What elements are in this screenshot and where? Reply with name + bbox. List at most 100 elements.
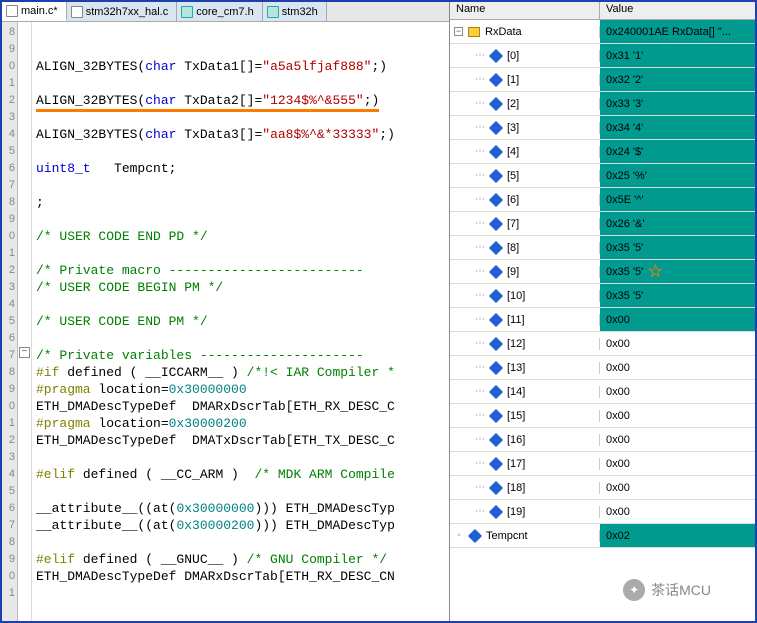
watch-item-row[interactable]: ⋯[8]0x35 '5' bbox=[450, 236, 755, 260]
col-header-value[interactable]: Value bbox=[600, 2, 755, 19]
watch-item-row[interactable]: ⋯[9]0x35 '5'☆ bbox=[450, 260, 755, 284]
var-index: [5] bbox=[507, 170, 519, 182]
code-line: /* Private macro -----------------------… bbox=[36, 263, 364, 278]
editor-tabs: main.c* stm32h7xx_hal.c core_cm7.h stm32h bbox=[2, 2, 449, 22]
code-tok: ALIGN_32BYTES( bbox=[36, 93, 145, 108]
var-value: 0x240001AE RxData[] "... bbox=[600, 20, 755, 43]
struct-icon bbox=[468, 27, 480, 37]
code-tok: location= bbox=[91, 416, 169, 431]
var-value: 0x00 bbox=[600, 356, 755, 379]
var-index: [1] bbox=[507, 74, 519, 86]
watch-item-row[interactable]: ⋯[3]0x34 '4' bbox=[450, 116, 755, 140]
watch-item-row[interactable]: ⋯[12]0x00 bbox=[450, 332, 755, 356]
element-icon bbox=[489, 408, 503, 422]
var-value: 0x00 bbox=[600, 332, 755, 355]
watch-item-row[interactable]: ⋯[18]0x00 bbox=[450, 476, 755, 500]
tab-label: main.c* bbox=[21, 5, 58, 17]
var-index: [15] bbox=[507, 410, 525, 422]
tree-line-icon: ⋯ bbox=[475, 218, 485, 229]
element-icon bbox=[489, 288, 503, 302]
var-index: [4] bbox=[507, 146, 519, 158]
var-index: [2] bbox=[507, 98, 519, 110]
var-value: 0x00 bbox=[600, 308, 755, 331]
tree-line-icon: ⋯ bbox=[475, 50, 485, 61]
var-value: 0x35 '5' bbox=[600, 284, 755, 307]
watch-var-row[interactable]: ◦Tempcnt0x02 bbox=[450, 524, 755, 548]
tree-line-icon: ⋯ bbox=[475, 74, 485, 85]
tree-line-icon: ⋯ bbox=[475, 170, 485, 181]
watch-item-row[interactable]: ⋯[5]0x25 '%' bbox=[450, 164, 755, 188]
watch-item-row[interactable]: ⋯[4]0x24 '$' bbox=[450, 140, 755, 164]
element-icon bbox=[489, 72, 503, 86]
tree-line-icon: ⋯ bbox=[475, 338, 485, 349]
watch-item-row[interactable]: ⋯[16]0x00 bbox=[450, 428, 755, 452]
code-tok: defined ( __GNUC__ ) bbox=[75, 552, 247, 567]
code-tok: char bbox=[145, 93, 176, 108]
editor-pane: main.c* stm32h7xx_hal.c core_cm7.h stm32h 8… bbox=[2, 2, 450, 621]
var-index: [18] bbox=[507, 482, 525, 494]
element-icon bbox=[489, 384, 503, 398]
tab-label: stm32h7xx_hal.c bbox=[86, 6, 169, 18]
code-tok: Tempcnt; bbox=[91, 161, 177, 176]
code-line: /* Private variables -------------------… bbox=[36, 348, 364, 363]
element-icon bbox=[489, 192, 503, 206]
var-value: 0x00 bbox=[600, 452, 755, 475]
watch-item-row[interactable]: ⋯[6]0x5E '^' bbox=[450, 188, 755, 212]
watermark: ✦ 茶话MCU bbox=[619, 577, 715, 603]
watch-pane: Name Value − RxData 0x240001AE RxData[] … bbox=[450, 2, 755, 621]
var-index: [11] bbox=[507, 314, 525, 326]
element-icon bbox=[489, 504, 503, 518]
element-icon bbox=[468, 528, 482, 542]
code-tok: #if bbox=[36, 365, 59, 380]
tree-line-icon: ⋯ bbox=[475, 290, 485, 301]
code-line: ETH_DMADescTypeDef DMARxDscrTab[ETH_RX_D… bbox=[36, 569, 395, 584]
tree-line-icon: ⋯ bbox=[475, 386, 485, 397]
code-tok: /*!< IAR Compiler * bbox=[247, 365, 395, 380]
element-icon bbox=[489, 120, 503, 134]
code-tok: 0x30000000 bbox=[169, 382, 247, 397]
bullet-icon: ◦ bbox=[454, 530, 464, 541]
element-icon bbox=[489, 360, 503, 374]
watch-item-row[interactable]: ⋯[17]0x00 bbox=[450, 452, 755, 476]
code-tok: 0x30000200 bbox=[176, 518, 254, 533]
tree-line-icon: ⋯ bbox=[475, 266, 485, 277]
editor-tab[interactable]: core_cm7.h bbox=[177, 2, 262, 21]
var-value: 0x33 '3' bbox=[600, 92, 755, 115]
var-value: 0x31 '1' bbox=[600, 44, 755, 67]
code-line: ETH_DMADescTypeDef DMARxDscrTab[ETH_RX_D… bbox=[36, 399, 395, 414]
var-value: 0x00 bbox=[600, 500, 755, 523]
tree-line-icon: ⋯ bbox=[475, 98, 485, 109]
watch-item-row[interactable]: ⋯[7]0x26 '&' bbox=[450, 212, 755, 236]
fold-column: − bbox=[18, 22, 32, 621]
element-icon bbox=[489, 312, 503, 326]
editor-tab[interactable]: stm32h7xx_hal.c bbox=[67, 2, 178, 21]
watch-item-row[interactable]: ⋯[11]0x00 bbox=[450, 308, 755, 332]
code-tok: "aa8$%^&*33333" bbox=[262, 127, 379, 142]
code-area: 8 9 0 1 2 3 4 5 6 7 8 9 0 1 2 3 4 5 6 7 … bbox=[2, 22, 449, 621]
watch-item-row[interactable]: ⋯[1]0x32 '2' bbox=[450, 68, 755, 92]
fold-toggle-icon[interactable]: − bbox=[19, 347, 30, 358]
watch-item-row[interactable]: ⋯[0]0x31 '1' bbox=[450, 44, 755, 68]
watch-item-row[interactable]: ⋯[10]0x35 '5' bbox=[450, 284, 755, 308]
watch-item-row[interactable]: ⋯[14]0x00 bbox=[450, 380, 755, 404]
watch-item-row[interactable]: ⋯[15]0x00 bbox=[450, 404, 755, 428]
code-tok: uint8_t bbox=[36, 161, 91, 176]
tree-line-icon: ⋯ bbox=[475, 410, 485, 421]
collapse-icon[interactable]: − bbox=[454, 27, 463, 36]
code-tok: ;) bbox=[379, 127, 395, 142]
watch-item-row[interactable]: ⋯[19]0x00 bbox=[450, 500, 755, 524]
var-value: 0x24 '$' bbox=[600, 140, 755, 163]
editor-tab[interactable]: stm32h bbox=[263, 2, 327, 21]
col-header-name[interactable]: Name bbox=[450, 2, 600, 19]
tab-label: core_cm7.h bbox=[196, 6, 253, 18]
tree-line-icon: ⋯ bbox=[475, 434, 485, 445]
watch-item-row[interactable]: ⋯ [2] 0x33 '3' bbox=[450, 92, 755, 116]
var-value: 0x5E '^' bbox=[600, 188, 755, 211]
watch-root-row[interactable]: − RxData 0x240001AE RxData[] "... bbox=[450, 20, 755, 44]
watch-item-row[interactable]: ⋯[13]0x00 bbox=[450, 356, 755, 380]
code-tok: #elif bbox=[36, 467, 75, 482]
code-text[interactable]: ALIGN_32BYTES(char TxData1[]="a5a5lfjaf8… bbox=[32, 22, 449, 621]
tab-label: stm32h bbox=[282, 6, 318, 18]
editor-tab[interactable]: main.c* bbox=[2, 2, 67, 21]
var-index: [3] bbox=[507, 122, 519, 134]
